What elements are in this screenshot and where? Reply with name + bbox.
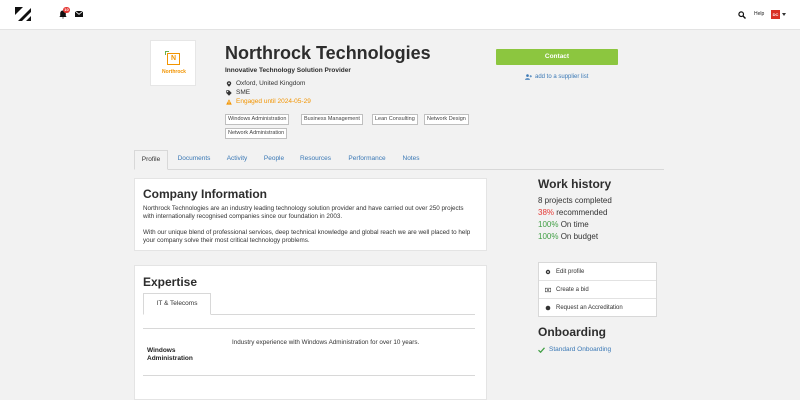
on-budget-label: On budget	[560, 232, 599, 241]
logo-letter-mark: N	[167, 53, 180, 65]
size-text: SME	[236, 89, 251, 96]
tab-people[interactable]: People	[261, 150, 287, 170]
onboarding-title: Onboarding	[538, 325, 606, 339]
contact-button[interactable]: Contact	[496, 49, 618, 65]
tab-it-telecoms[interactable]: IT & Telecoms	[143, 293, 211, 315]
work-history-title: Work history	[538, 177, 612, 191]
company-tagline: Innovative Technology Solution Provider	[225, 67, 351, 74]
add-to-supplier-list-link[interactable]: add to a supplier list	[525, 74, 588, 80]
tab-notes[interactable]: Notes	[400, 150, 422, 170]
create-bid-label: Create a bid	[556, 287, 589, 293]
expertise-card: Expertise IT & Telecoms Windows Administ…	[134, 265, 487, 400]
edit-profile-label: Edit profile	[556, 269, 585, 275]
edit-profile-action[interactable]: Edit profile	[539, 263, 656, 281]
on-time-label: On time	[560, 220, 589, 229]
company-information-title: Company Information	[143, 187, 268, 201]
skill-tag[interactable]: Lean Consulting	[372, 114, 418, 125]
company-logo: N Northrock	[150, 40, 196, 86]
circle-icon	[545, 305, 551, 311]
location-text: Oxford, United Kingdom	[236, 80, 306, 87]
tab-activity[interactable]: Activity	[223, 150, 251, 170]
tab-performance[interactable]: Performance	[344, 150, 390, 170]
expertise-skill-name: Windows Administration	[147, 347, 193, 362]
user-avatar[interactable]: DC	[771, 10, 780, 19]
skill-tag[interactable]: Business Management	[301, 114, 363, 125]
expertise-skill-description: Industry experience with Windows Adminis…	[232, 339, 420, 346]
tag-icon	[226, 89, 232, 96]
tab-resources[interactable]: Resources	[297, 150, 334, 170]
engagement-status: Engaged until 2024-05-29	[226, 98, 311, 105]
top-navigation-bar: 10 Help DC	[0, 0, 800, 30]
recommended-percent: 38%	[538, 208, 555, 217]
skill-tag[interactable]: Network Design	[424, 114, 469, 125]
on-budget-stat: 100% On budget	[538, 232, 598, 241]
check-icon	[538, 346, 545, 353]
app-logo-icon[interactable]	[14, 6, 32, 22]
onboarding-item-label: Standard Onboarding	[549, 346, 612, 353]
divider	[143, 328, 475, 329]
company-description-2: With our unique blend of professional se…	[143, 229, 471, 245]
engaged-text: Engaged until 2024-05-29	[236, 98, 311, 105]
skill-tag[interactable]: Network Administration	[225, 128, 288, 139]
company-name: Northrock Technologies	[225, 43, 431, 63]
profile-actions-list: Edit profile Create a bid Request an Acc…	[538, 262, 657, 317]
search-icon[interactable]	[738, 11, 746, 19]
money-icon	[545, 287, 551, 293]
profile-tabs: Profile Documents Activity People Resour…	[134, 150, 664, 170]
company-size: SME	[226, 89, 250, 96]
create-bid-action[interactable]: Create a bid	[539, 281, 656, 299]
standard-onboarding-link[interactable]: Standard Onboarding	[538, 346, 611, 353]
tab-documents[interactable]: Documents	[174, 150, 214, 170]
mail-icon[interactable]	[75, 11, 83, 17]
add-user-icon	[525, 74, 532, 80]
notification-count-badge: 10	[63, 7, 70, 13]
expertise-category-tabs: IT & Telecoms	[143, 293, 475, 315]
request-accreditation-label: Request an Accreditation	[556, 305, 623, 311]
chevron-down-icon[interactable]	[782, 13, 786, 16]
expertise-title: Expertise	[143, 275, 198, 289]
skill-tag[interactable]: Windows Administration	[225, 114, 290, 125]
recommended-label: recommended	[556, 208, 608, 217]
on-time-percent: 100%	[538, 220, 559, 229]
help-link[interactable]: Help	[754, 11, 764, 17]
recommended-stat: 38% recommended	[538, 208, 607, 217]
on-budget-percent: 100%	[538, 232, 559, 241]
projects-completed: 8 projects completed	[538, 196, 612, 205]
map-pin-icon	[226, 80, 232, 87]
supplier-link-label: add to a supplier list	[535, 74, 589, 80]
on-time-stat: 100% On time	[538, 220, 589, 229]
company-description-1: Northrock Technologies are an industry l…	[143, 205, 464, 221]
gear-icon	[545, 269, 551, 275]
company-information-card: Company Information Northrock Technologi…	[134, 178, 487, 251]
request-accreditation-action[interactable]: Request an Accreditation	[539, 299, 656, 317]
tab-profile[interactable]: Profile	[134, 150, 168, 170]
warning-icon	[226, 98, 232, 105]
logo-wordmark: Northrock	[162, 69, 186, 75]
divider	[143, 375, 475, 376]
company-location: Oxford, United Kingdom	[226, 80, 305, 87]
